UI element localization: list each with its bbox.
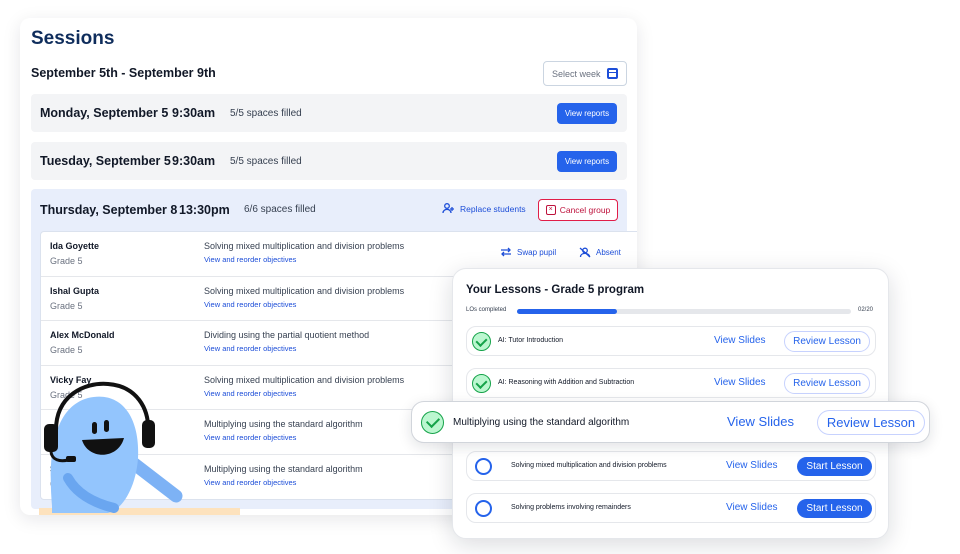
- mascot-illustration: [44, 381, 183, 513]
- absent-label: Absent: [596, 248, 621, 257]
- calendar-icon: [606, 68, 618, 79]
- lesson-name: Solving problems involving remainders: [511, 504, 631, 511]
- user-off-icon: [579, 247, 591, 258]
- absent-button[interactable]: Absent: [579, 247, 621, 258]
- page-title: Sessions: [31, 28, 115, 49]
- lesson-name: Solving mixed multiplication and divisio…: [511, 462, 667, 469]
- day-name: Tuesday, September 5: [40, 154, 171, 168]
- day-name: Monday, September 5: [40, 106, 169, 120]
- select-week-input[interactable]: Select week: [543, 61, 627, 86]
- users-icon: [442, 203, 454, 214]
- start-lesson-button[interactable]: Start Lesson: [797, 499, 872, 518]
- day-spaces: 5/5 spaces filled: [230, 155, 302, 167]
- lesson-item: AI: Tutor Introduction View Slides Revie…: [466, 326, 876, 356]
- check-circle-icon: [472, 332, 491, 351]
- circle-icon: [475, 500, 492, 517]
- lesson-item: Solving problems involving remainders Vi…: [466, 493, 876, 523]
- start-lesson-button[interactable]: Start Lesson: [797, 457, 872, 476]
- session-day-tuesday: Tuesday, September 5 9:30am 5/5 spaces f…: [31, 142, 627, 180]
- pupil-grade: Grade 5: [50, 256, 83, 266]
- pupil-grade: Grade 5: [50, 300, 83, 311]
- session-day-monday: Monday, September 5 9:30am 5/5 spaces fi…: [31, 94, 627, 132]
- highlighted-lesson: Multiplying using the standard algorithm…: [411, 401, 930, 443]
- view-reports-button[interactable]: View reports: [557, 150, 617, 172]
- pupil-objective: Solving mixed multiplication and divisio…: [204, 374, 405, 385]
- view-slides-link[interactable]: View Slides: [714, 335, 766, 346]
- view-slides-link[interactable]: View Slides: [726, 460, 778, 471]
- select-week-placeholder: Select week: [552, 68, 601, 79]
- replace-students-label: Replace students: [460, 203, 526, 214]
- check-circle-icon: [421, 411, 444, 434]
- view-objectives-link[interactable]: View and reorder objectives: [204, 300, 296, 309]
- progress-count: 02/20: [858, 307, 874, 313]
- week-range: September 5th - September 9th: [31, 66, 216, 80]
- day-name: Thursday, September 8: [40, 203, 178, 217]
- view-slides-link[interactable]: View Slides: [714, 377, 766, 388]
- view-slides-link[interactable]: View Slides: [726, 502, 778, 513]
- pupil-objective: Multiplying using the standard algorithm: [204, 463, 363, 474]
- calendar-x-icon: ×: [545, 205, 556, 215]
- day-spaces: 5/5 spaces filled: [230, 107, 302, 119]
- day-spaces: 6/6 spaces filled: [244, 204, 316, 215]
- view-objectives-link[interactable]: View and reorder objectives: [204, 433, 296, 442]
- progress-bar-fill: [517, 309, 618, 314]
- view-objectives-link[interactable]: View and reorder objectives: [204, 344, 296, 353]
- check-circle-icon: [472, 374, 491, 393]
- day-time: 9:30am: [172, 106, 216, 120]
- view-objectives-link[interactable]: View and reorder objectives: [204, 389, 296, 398]
- replace-students-button[interactable]: Replace students: [442, 203, 526, 214]
- swap-icon: [501, 247, 511, 257]
- view-objectives-link[interactable]: View and reorder objectives: [204, 478, 296, 487]
- lesson-item: Solving mixed multiplication and divisio…: [466, 451, 876, 481]
- cancel-group-button[interactable]: × Cancel group: [538, 199, 618, 221]
- circle-icon: [475, 458, 492, 475]
- swap-pupil-button[interactable]: Swap pupil: [500, 247, 556, 257]
- pupil-objective: Solving mixed multiplication and divisio…: [204, 241, 405, 251]
- pupil-objective: Dividing using the partial quotient meth…: [204, 330, 370, 340]
- lesson-name: Multiplying using the standard algorithm: [453, 417, 630, 428]
- progress-label: LOs completed: [466, 307, 507, 313]
- lesson-name: AI: Tutor Introduction: [498, 337, 563, 344]
- pupil-grade: Grade 5: [50, 345, 83, 355]
- review-lesson-button[interactable]: Review Lesson: [784, 331, 870, 352]
- view-reports-button[interactable]: View reports: [557, 102, 617, 124]
- pupil-objective: Solving mixed multiplication and divisio…: [204, 285, 405, 296]
- pupil-name: Ida Goyette: [50, 241, 100, 251]
- review-lesson-button[interactable]: Review Lesson: [784, 373, 870, 394]
- day-time: 9:30am: [172, 154, 216, 168]
- cancel-group-label: Cancel group: [559, 205, 611, 215]
- pupil-name: Alex McDonald: [50, 330, 115, 340]
- lesson-item: AI: Reasoning with Addition and Subtract…: [466, 368, 876, 398]
- swap-pupil-label: Swap pupil: [517, 247, 557, 257]
- lessons-title: Your Lessons - Grade 5 program: [466, 284, 645, 296]
- pupil-objective: Multiplying using the standard algorithm: [204, 419, 363, 429]
- review-lesson-button[interactable]: Review Lesson: [817, 410, 925, 435]
- progress-bar: [517, 309, 851, 314]
- pupil-name: Ishal Gupta: [50, 285, 100, 296]
- view-objectives-link[interactable]: View and reorder objectives: [204, 255, 296, 264]
- lesson-name: AI: Reasoning with Addition and Subtract…: [498, 379, 635, 386]
- view-slides-link[interactable]: View Slides: [727, 414, 794, 429]
- day-time: 13:30pm: [179, 203, 230, 217]
